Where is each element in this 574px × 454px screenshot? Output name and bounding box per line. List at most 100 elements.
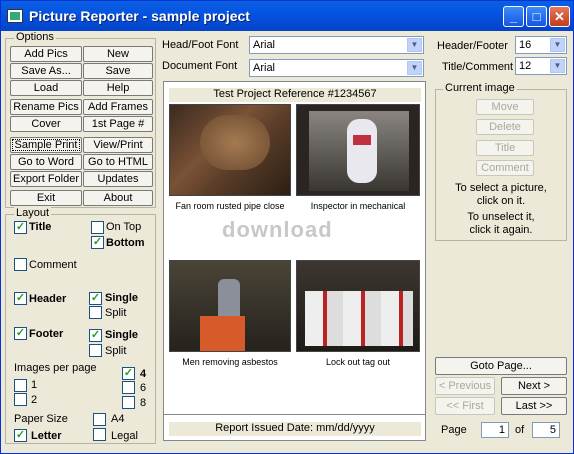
legal-label: Legal	[111, 430, 138, 442]
header-checkbox[interactable]: ✓	[14, 292, 27, 305]
chevron-down-icon[interactable]: ▼	[550, 38, 565, 52]
hint-unselect-1: To unselect it,	[467, 211, 535, 223]
move-button[interactable]: Move	[476, 99, 534, 115]
add-frames-button[interactable]: Add Frames	[83, 99, 153, 115]
close-button[interactable]: ✕	[549, 6, 570, 27]
ipp-4-radio[interactable]: ✓	[122, 367, 135, 380]
headfoot-font-value: Arial	[253, 39, 276, 51]
updates-button[interactable]: Updates	[83, 171, 153, 187]
add-pics-button[interactable]: Add Pics	[10, 46, 82, 62]
minimize-button[interactable]: _	[503, 6, 524, 27]
save-button[interactable]: Save	[83, 63, 153, 79]
rename-pics-button[interactable]: Rename Pics	[10, 99, 82, 115]
titlecomment-size-select[interactable]: 12 ▼	[515, 57, 567, 75]
photo-lockout[interactable]	[296, 260, 420, 352]
ipp-2-label: 2	[31, 394, 38, 406]
rusted-pipe-shape	[200, 115, 270, 170]
hint-unselect-2: click it again.	[469, 224, 533, 236]
previous-button[interactable]: < Previous	[435, 377, 495, 395]
cover-button[interactable]: Cover	[10, 116, 82, 132]
current-page-input[interactable]: 1	[481, 422, 509, 438]
title-checkbox[interactable]: ✓	[14, 221, 27, 234]
chevron-down-icon[interactable]: ▼	[407, 61, 422, 75]
caption-1: Fan room rusted pipe close	[175, 201, 285, 211]
page-footer: Report Issued Date: mm/dd/yyyy	[169, 422, 421, 436]
a4-label: A4	[111, 413, 125, 425]
bottom-label: Bottom	[106, 237, 145, 249]
caption-3: Men removing asbestos	[182, 357, 278, 367]
chevron-down-icon[interactable]: ▼	[550, 59, 565, 73]
header-single-label: Single	[105, 292, 139, 304]
last-button[interactable]: Last >>	[501, 397, 567, 415]
ipp-4-label: 4	[140, 368, 147, 380]
goto-page-button[interactable]: Goto Page...	[435, 357, 567, 375]
footer-checkbox-label: Footer	[29, 328, 64, 340]
app-icon	[7, 9, 23, 23]
lift-basket	[200, 316, 245, 351]
first-page-number-button[interactable]: 1st Page #	[83, 116, 153, 132]
footer-checkbox[interactable]: ✓	[14, 327, 27, 340]
ipp-6-radio[interactable]	[122, 381, 135, 394]
maximize-button[interactable]: □	[526, 6, 547, 27]
paper-size-label: Paper Size	[14, 413, 68, 425]
ipp-8-label: 8	[140, 397, 147, 409]
window-title: Picture Reporter - sample project	[29, 8, 250, 24]
header-split-radio[interactable]	[89, 306, 102, 319]
view-print-button[interactable]: View/Print	[83, 137, 153, 153]
title-checkbox-label: Title	[29, 221, 52, 233]
next-button[interactable]: Next >	[501, 377, 567, 395]
titlecomment-size-value: 12	[519, 60, 532, 72]
chevron-down-icon[interactable]: ▼	[407, 38, 422, 52]
export-folder-button[interactable]: Export Folder	[10, 171, 82, 187]
footer-single-radio[interactable]: ✓	[89, 329, 102, 342]
legal-radio[interactable]	[93, 428, 106, 441]
page-header: Test Project Reference #1234567	[169, 88, 421, 102]
header-split-label: Split	[105, 307, 127, 319]
comment-button[interactable]: Comment	[476, 160, 534, 176]
load-button[interactable]: Load	[10, 80, 82, 96]
hint-select-2: click on it.	[476, 195, 526, 207]
photo-inspector[interactable]	[296, 104, 420, 196]
footer-split-radio[interactable]	[89, 344, 102, 357]
letter-label: Letter	[31, 430, 62, 442]
delete-button[interactable]: Delete	[476, 119, 534, 135]
go-to-html-button[interactable]: Go to HTML	[83, 154, 153, 170]
caption-4: Lock out tag out	[325, 357, 391, 367]
headerfooter-size-select[interactable]: 16 ▼	[515, 36, 567, 54]
help-button[interactable]: Help	[83, 80, 153, 96]
sample-print-button[interactable]: Sample Print	[10, 137, 82, 153]
header-single-radio[interactable]: ✓	[89, 292, 102, 305]
footer-single-label: Single	[105, 329, 139, 341]
photo-rusted-pipe[interactable]	[169, 104, 291, 196]
about-button[interactable]: About	[83, 190, 153, 206]
save-as-button[interactable]: Save As...	[10, 63, 82, 79]
ipp-1-label: 1	[31, 379, 38, 391]
bottom-radio[interactable]: ✓	[91, 236, 104, 249]
first-button[interactable]: << First	[435, 397, 495, 415]
caption-2: Inspector in mechanical	[310, 201, 406, 211]
document-font-select[interactable]: Arial ▼	[249, 59, 424, 77]
comment-checkbox[interactable]	[14, 258, 27, 271]
of-label: of	[515, 424, 525, 436]
exit-button[interactable]: Exit	[10, 190, 82, 206]
go-to-word-button[interactable]: Go to Word	[10, 154, 82, 170]
images-per-page-label: Images per page	[14, 362, 97, 374]
layout-group-label: Layout	[14, 207, 52, 219]
ipp-1-radio[interactable]	[14, 379, 27, 392]
photo-asbestos[interactable]	[169, 260, 291, 352]
headfoot-font-label: Head/Foot Font	[162, 39, 239, 51]
ipp-8-radio[interactable]	[122, 396, 135, 409]
title-bar[interactable]: Picture Reporter - sample project _ □ ✕	[1, 1, 573, 31]
footer-divider	[164, 414, 425, 415]
on-top-label: On Top	[106, 221, 142, 233]
title-button[interactable]: Title	[476, 140, 534, 156]
document-font-label: Document Font	[162, 60, 238, 72]
options-group-label: Options	[14, 31, 56, 43]
new-button[interactable]: New	[83, 46, 153, 62]
letter-radio[interactable]: ✓	[14, 429, 27, 442]
footer-split-label: Split	[105, 345, 127, 357]
ipp-2-radio[interactable]	[14, 393, 27, 406]
a4-radio[interactable]	[93, 413, 106, 426]
on-top-radio[interactable]	[91, 221, 104, 234]
headfoot-font-select[interactable]: Arial ▼	[249, 36, 424, 54]
